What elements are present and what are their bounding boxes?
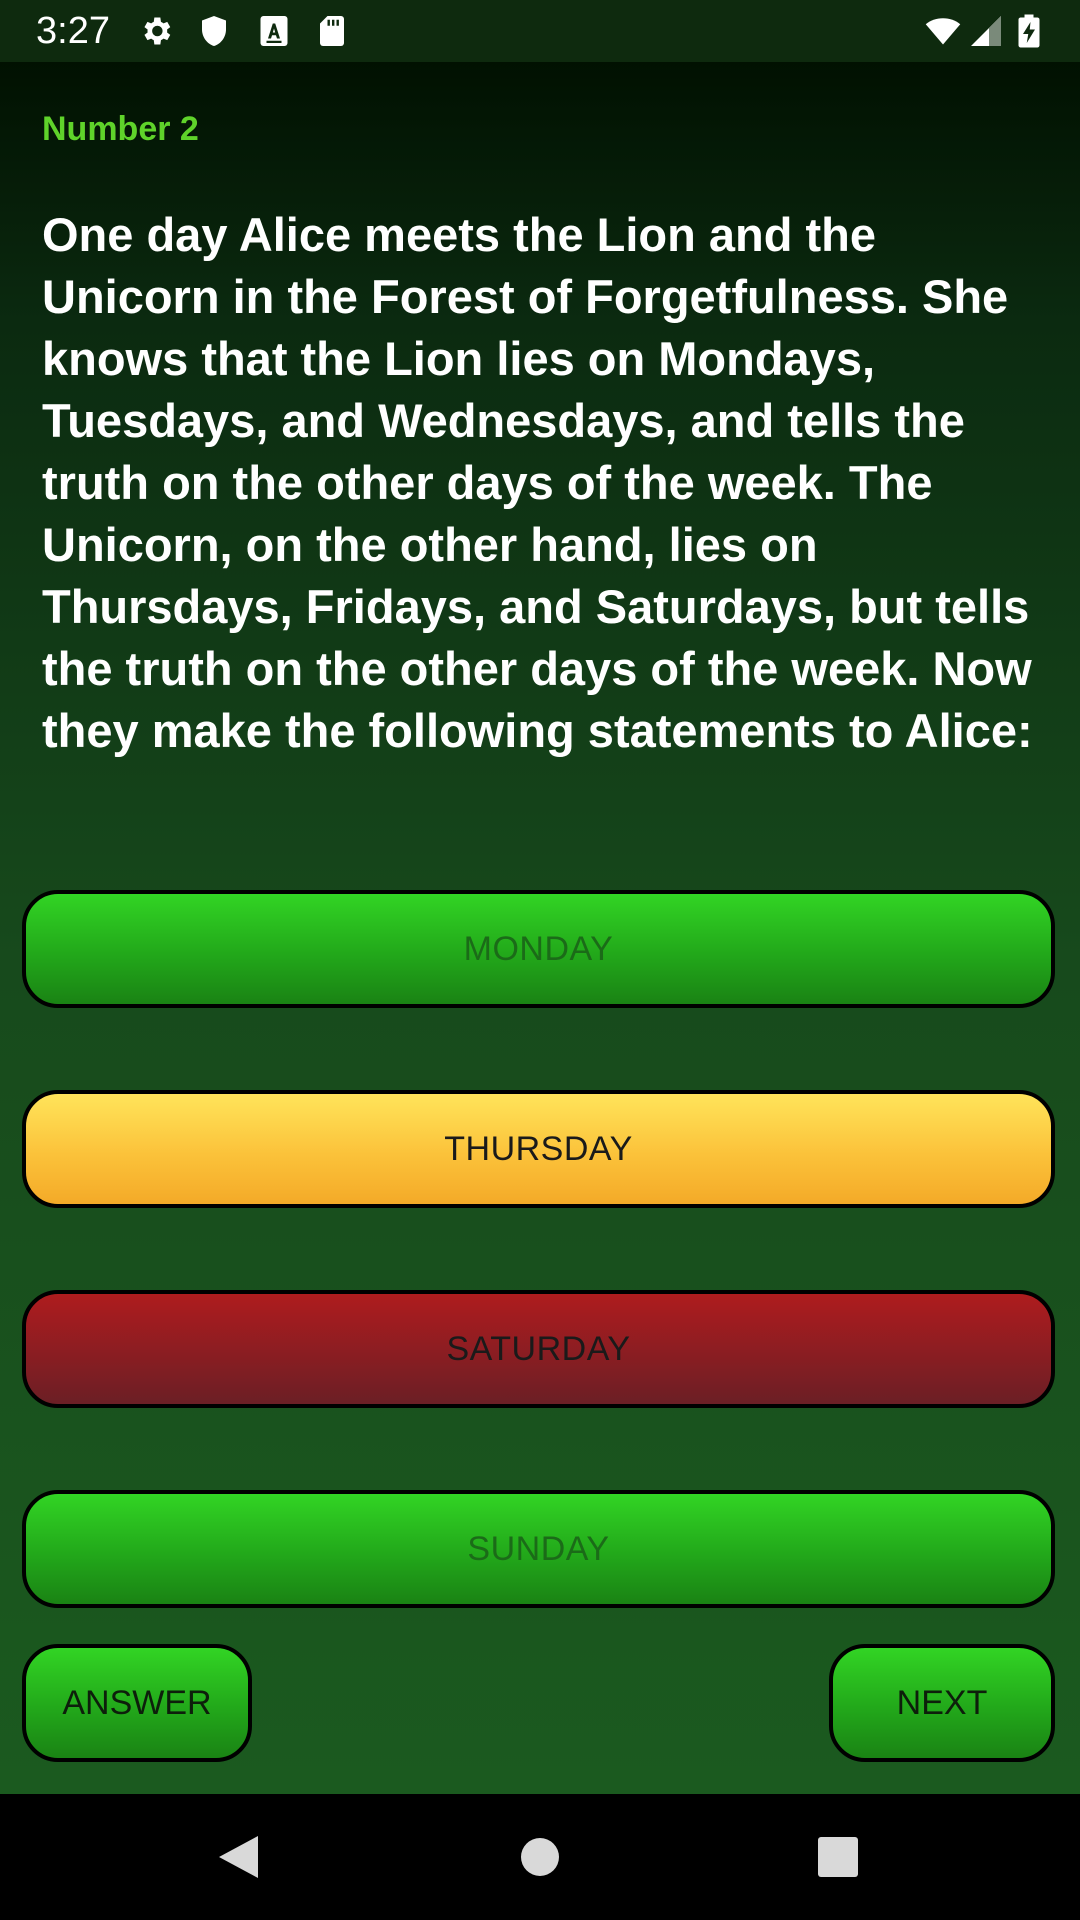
option-label: SATURDAY bbox=[446, 1329, 631, 1368]
gear-icon bbox=[144, 17, 171, 45]
quiz-content: Number 2 One day Alice meets the Lion an… bbox=[0, 62, 1080, 1794]
option-label: SUNDAY bbox=[467, 1529, 610, 1568]
navigation-bar bbox=[0, 1794, 1080, 1920]
next-button-label: NEXT bbox=[896, 1683, 988, 1722]
wifi-icon bbox=[925, 18, 961, 45]
shield-icon bbox=[202, 16, 226, 46]
cell-signal-icon bbox=[971, 16, 1001, 46]
font-a-icon bbox=[260, 16, 288, 46]
option-monday-button[interactable]: MONDAY bbox=[22, 890, 1055, 1008]
option-label: MONDAY bbox=[463, 929, 614, 968]
home-circle-icon[interactable] bbox=[519, 1836, 561, 1878]
battery-charging-icon bbox=[1018, 14, 1040, 48]
option-thursday-button[interactable]: THURSDAY bbox=[22, 1090, 1055, 1208]
sd-card-icon bbox=[320, 16, 344, 46]
option-saturday-button[interactable]: SATURDAY bbox=[22, 1290, 1055, 1408]
status-bar: 3:27 bbox=[0, 0, 1080, 62]
back-triangle-icon[interactable] bbox=[216, 1834, 260, 1880]
answer-button[interactable]: ANSWER bbox=[22, 1644, 252, 1762]
recents-square-icon[interactable] bbox=[817, 1836, 859, 1878]
question-text: One day Alice meets the Lion and the Uni… bbox=[42, 208, 1033, 757]
option-label: THURSDAY bbox=[444, 1129, 633, 1168]
answer-button-label: ANSWER bbox=[62, 1683, 212, 1722]
next-button[interactable]: NEXT bbox=[829, 1644, 1055, 1762]
status-time: 3:27 bbox=[36, 10, 110, 52]
app-screen: 3:27 Number 2 One day Alice meets the Li… bbox=[0, 0, 1080, 1920]
option-sunday-button[interactable]: SUNDAY bbox=[22, 1490, 1055, 1608]
question-number: Number 2 bbox=[42, 110, 199, 148]
